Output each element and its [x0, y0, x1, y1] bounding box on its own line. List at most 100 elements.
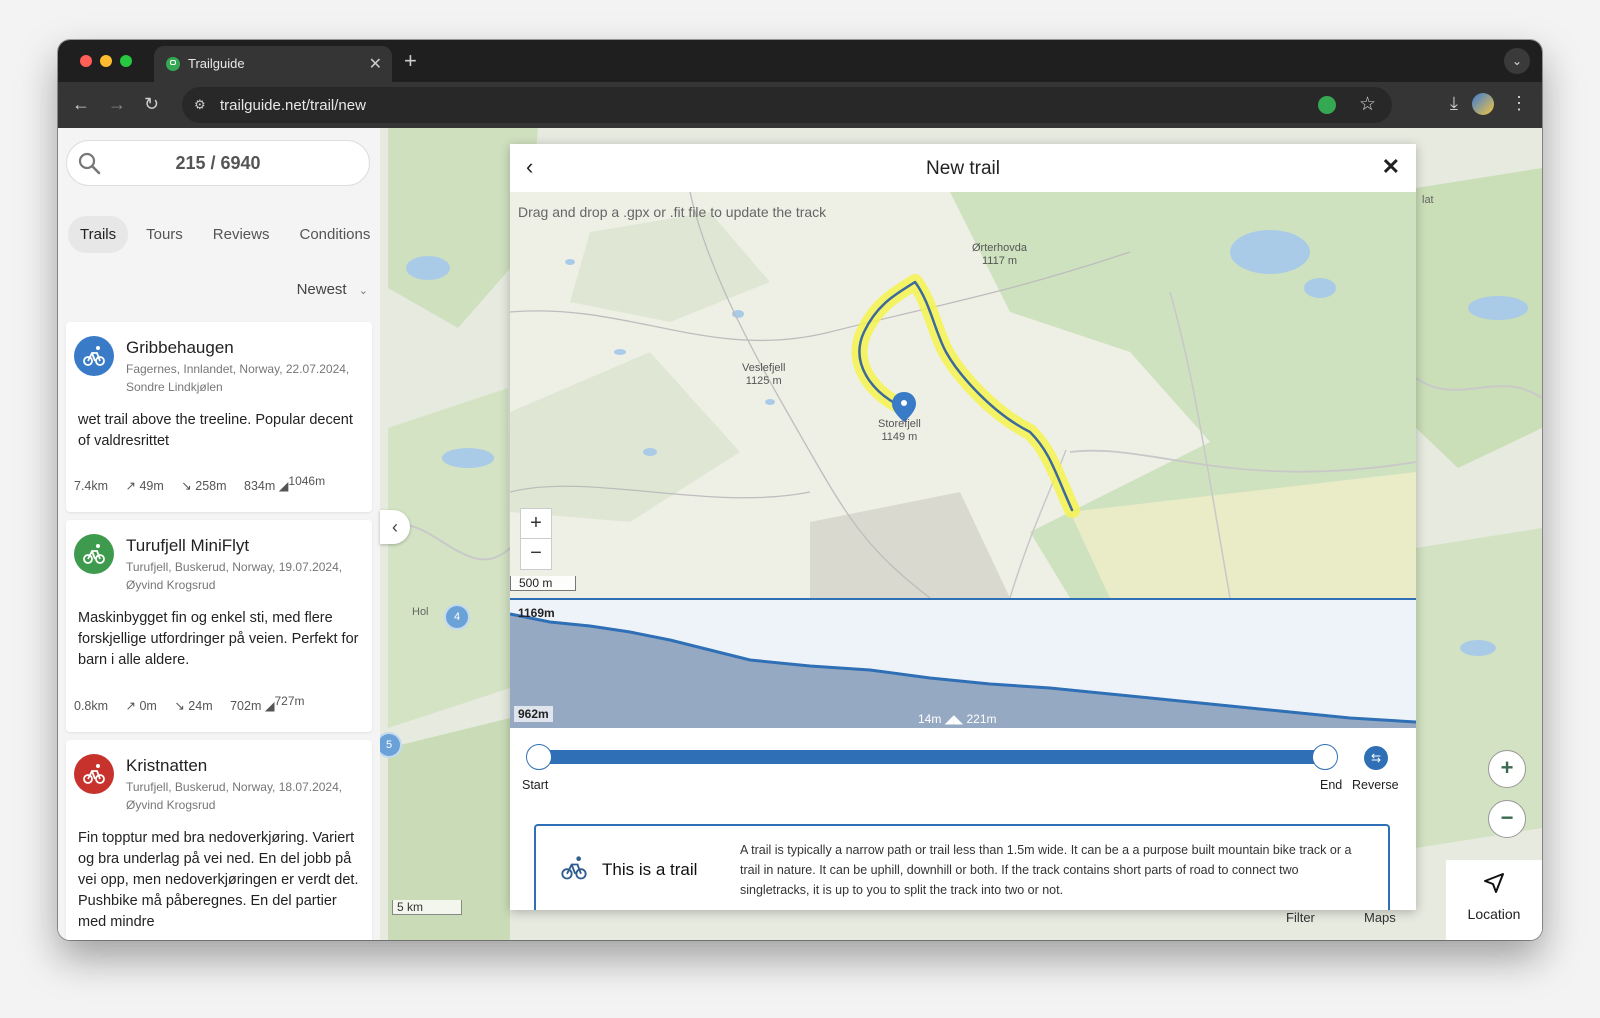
site-settings-icon[interactable]: ⚙	[194, 97, 210, 113]
new-tab-icon[interactable]: +	[404, 48, 417, 74]
trail-card[interactable]: Kristnatten Turufjell, Buskerud, Norway,…	[66, 740, 372, 940]
trail-type-option[interactable]: This is a trail A trail is typically a n…	[534, 824, 1390, 910]
location-button[interactable]: Location	[1446, 860, 1542, 940]
map-place-label: Hol	[412, 606, 429, 618]
slider-start-label: Start	[522, 778, 549, 792]
map-peak-label: Ørterhovda 1117 m	[972, 242, 1028, 267]
close-tab-icon[interactable]: ✕	[369, 54, 382, 74]
tab-bar: Trailguide ✕ + ⌄	[58, 40, 1542, 82]
sort-dropdown[interactable]: Newest ⌄	[297, 281, 368, 298]
reverse-button-label[interactable]: Reverse	[1352, 778, 1399, 792]
map-peak-label: Storefjell 1149 m	[878, 418, 921, 443]
mountain-bike-icon	[561, 856, 587, 880]
track-range-slider[interactable]	[526, 744, 1338, 770]
trail-altitude: 702m ◢727m	[230, 694, 305, 714]
tab-title: Trailguide	[188, 56, 245, 71]
trail-type-description: A trail is typically a narrow path or tr…	[740, 843, 1352, 897]
dialog-title: New trail	[926, 158, 1000, 179]
elevation-profile[interactable]: 1169m 962m 14m ◢◣ 221m	[510, 598, 1416, 728]
url-text: trailguide.net/trail/new	[220, 97, 366, 114]
trail-description: wet trail above the treeline. Popular de…	[78, 412, 353, 449]
tab-trails[interactable]: Trails	[68, 216, 129, 253]
mountain-bike-icon	[74, 754, 114, 794]
chevron-down-icon: ⌄	[358, 285, 368, 297]
search-count: 215 / 6940	[175, 153, 261, 173]
browser-toolbar: ← → ↻ ⚙ trailguide.net/trail/new ☆ ⤓ ⋮	[58, 82, 1542, 128]
map-peak-label: Veslefjell 1125 m	[742, 362, 786, 387]
maps-button[interactable]: Maps	[1364, 910, 1396, 925]
track-map-zoom-in-button[interactable]: +	[520, 508, 552, 540]
download-icon[interactable]: ⤓	[1450, 93, 1458, 114]
trail-author: Sondre Lindkjølen	[126, 380, 223, 394]
maximize-window-button[interactable]	[120, 55, 132, 67]
tab-reviews[interactable]: Reviews	[201, 216, 282, 253]
trail-stats: 0.8km ↗ 0m ↘ 24m 702m ◢727m	[74, 694, 319, 713]
minimize-window-button[interactable]	[100, 55, 112, 67]
map-cluster-marker[interactable]: 4	[444, 604, 470, 630]
trail-card[interactable]: Turufjell MiniFlyt Turufjell, Buskerud, …	[66, 520, 372, 732]
trail-altitude: 834m ◢1046m	[244, 474, 326, 494]
navigation-arrow-icon	[1484, 873, 1504, 893]
forward-arrow-icon[interactable]: →	[108, 94, 126, 115]
slider-end-handle[interactable]	[1312, 744, 1338, 770]
slider-start-handle[interactable]	[526, 744, 552, 770]
mountain-bike-icon	[74, 534, 114, 574]
bookmark-star-icon[interactable]: ☆	[1359, 93, 1376, 116]
elevation-graph	[510, 612, 1416, 728]
trail-stats: 7.4km ↗ 49m ↘ 258m 834m ◢1046m	[74, 474, 339, 493]
track-map-zoom-out-button[interactable]: −	[520, 538, 552, 570]
reload-icon[interactable]: ↻	[144, 94, 159, 115]
trail-name[interactable]: Gribbehaugen	[126, 338, 234, 358]
elevation-max-label: 1169m	[518, 606, 555, 620]
trail-description: Fin topptur med bra nedoverkjøring. Vari…	[78, 830, 359, 930]
trail-author: Øyvind Krogsrud	[126, 798, 216, 812]
map-scale-bar: 5 km	[392, 900, 462, 915]
back-arrow-icon[interactable]: ←	[72, 94, 90, 115]
filter-button[interactable]: Filter	[1286, 910, 1315, 925]
trail-description: Maskinbygget fin og enkel sti, med flere…	[78, 610, 359, 668]
search-input[interactable]: 215 / 6940	[66, 140, 370, 186]
trail-type-heading: This is a trail	[602, 860, 698, 879]
dialog-header: ‹ New trail ✕	[510, 144, 1416, 193]
trail-card[interactable]: Gribbehaugen Fagernes, Innlandet, Norway…	[66, 322, 372, 512]
location-label: Location	[1467, 906, 1521, 922]
map-zoom-in-button[interactable]: +	[1488, 750, 1526, 788]
elevation-min-label: 962m	[514, 706, 553, 722]
trail-meta: Turufjell, Buskerud, Norway, 19.07.2024,…	[126, 558, 366, 594]
sort-label: Newest	[296, 281, 347, 298]
close-window-button[interactable]	[80, 55, 92, 67]
trail-descent: ↘ 24m	[174, 699, 213, 714]
trail-author: Øyvind Krogsrud	[126, 578, 216, 592]
trailguide-extension-icon[interactable]	[1318, 96, 1336, 114]
map-edge-label: lat	[1422, 194, 1434, 206]
slider-end-label: End	[1320, 778, 1343, 792]
trail-distance: 7.4km	[74, 479, 109, 494]
window-controls	[80, 55, 132, 67]
trail-meta: Turufjell, Buskerud, Norway, 18.07.2024,…	[126, 778, 366, 814]
track-map-scale-bar: 500 m	[510, 576, 576, 591]
track-map[interactable]: Drag and drop a .gpx or .fit file to upd…	[510, 192, 1416, 598]
trail-location: Turufjell, Buskerud, Norway, 19.07.2024,	[126, 560, 343, 574]
address-bar[interactable]: ⚙ trailguide.net/trail/new ☆	[182, 87, 1392, 123]
sidebar: 215 / 6940 Trails Tours Reviews Conditio…	[58, 128, 380, 940]
trail-name[interactable]: Turufjell MiniFlyt	[126, 536, 249, 556]
close-icon[interactable]: ✕	[1382, 154, 1400, 180]
browser-tab[interactable]: Trailguide ✕	[154, 46, 392, 82]
trail-location: Turufjell, Buskerud, Norway, 18.07.2024,	[126, 780, 343, 794]
tab-conditions[interactable]: Conditions	[287, 216, 380, 253]
tab-search-chevron-icon[interactable]: ⌄	[1504, 48, 1530, 74]
trail-climb: ↗ 49m	[125, 479, 164, 494]
sidebar-tabs: Trails Tours Reviews Conditions	[68, 216, 380, 253]
new-trail-dialog: ‹ New trail ✕ Drag and drop a .gpx or .f…	[510, 144, 1416, 910]
trail-name[interactable]: Kristnatten	[126, 756, 207, 776]
menu-dots-icon[interactable]: ⋮	[1510, 93, 1528, 114]
map-zoom-out-button[interactable]: −	[1488, 800, 1526, 838]
tab-tours[interactable]: Tours	[134, 216, 195, 253]
trail-location: Fagernes, Innlandet, Norway, 22.07.2024,	[126, 362, 350, 376]
mountain-bike-icon	[74, 336, 114, 376]
trail-distance: 0.8km	[74, 699, 109, 714]
trail-meta: Fagernes, Innlandet, Norway, 22.07.2024,…	[126, 360, 366, 396]
trailguide-favicon-icon	[166, 57, 180, 71]
profile-avatar[interactable]	[1472, 93, 1494, 115]
reverse-arrows-icon[interactable]: ⇆	[1364, 746, 1388, 770]
